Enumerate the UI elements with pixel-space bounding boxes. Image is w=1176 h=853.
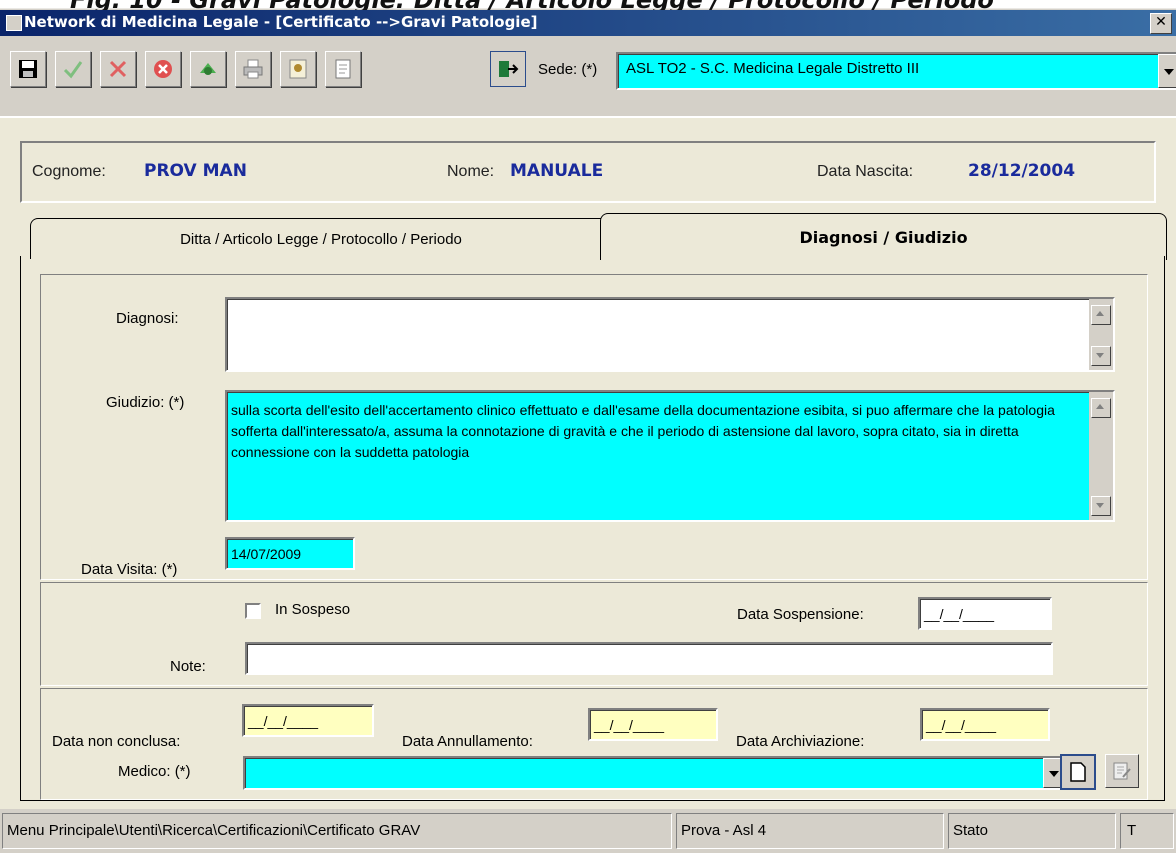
name-value: MANUALE [510, 161, 604, 181]
save-icon [19, 60, 37, 78]
tab-ditta-articolo[interactable]: Ditta / Articolo Legge / Protocollo / Pe… [30, 218, 612, 259]
close-button[interactable]: ✕ [1150, 13, 1172, 34]
note-field[interactable] [245, 642, 1053, 675]
title-bar: Network di Medicina Legale - [Certificat… [0, 10, 1176, 36]
status-extra: T [1120, 813, 1174, 849]
name-label: Nome: [447, 163, 495, 180]
data-visita-value: 14/07/2009 [231, 546, 302, 562]
giudizio-value: sulla scorta dell'esito dell'accertament… [231, 402, 1055, 460]
sede-label: Sede: (*) [538, 61, 598, 78]
medico-select[interactable] [243, 756, 1065, 790]
diagnosi-label: Diagnosi: [116, 310, 179, 327]
data-annullamento-field[interactable]: __/__/____ [588, 708, 718, 741]
stop-button[interactable] [145, 51, 181, 87]
scroll-down-icon[interactable] [1091, 346, 1111, 366]
document-icon [335, 59, 351, 79]
diagnosi-scrollbar[interactable] [1089, 299, 1113, 370]
data-annullamento-label: Data Annullamento: [402, 733, 533, 750]
note-label: Note: [170, 658, 206, 675]
certificate-icon [289, 59, 307, 79]
save-button[interactable] [10, 51, 46, 87]
window-title: Network di Medicina Legale - [Certificat… [24, 13, 538, 31]
data-sospensione-label: Data Sospensione: [737, 606, 864, 623]
tab-diagnosi-giudizio[interactable]: Diagnosi / Giudizio [600, 213, 1167, 260]
giudizio-scrollbar[interactable] [1089, 392, 1113, 520]
data-archiviazione-label: Data Archiviazione: [736, 733, 865, 750]
check-icon [63, 61, 83, 79]
certificate-button[interactable] [280, 51, 316, 87]
data-archiviazione-field[interactable]: __/__/____ [920, 708, 1050, 741]
refresh-icon [200, 63, 216, 75]
cancel-icon [109, 60, 127, 78]
data-non-conclusa-value: __/__/____ [248, 713, 319, 729]
cancel-button[interactable] [100, 51, 136, 87]
print-button[interactable] [235, 51, 271, 87]
scroll-down-icon[interactable] [1091, 496, 1111, 516]
dob-label: Data Nascita: [817, 163, 914, 180]
status-bar: Menu Principale\Utenti\Ricerca\Certifica… [0, 809, 1176, 853]
stop-icon [154, 60, 172, 78]
surname-value: PROV MAN [144, 161, 247, 181]
surname-label: Cognome: [32, 163, 106, 180]
print-icon [243, 59, 263, 79]
status-path: Menu Principale\Utenti\Ricerca\Certifica… [2, 813, 672, 849]
data-sospensione-value: __/__/____ [924, 606, 995, 622]
data-visita-label: Data Visita: (*) [81, 561, 178, 578]
exit-icon [499, 61, 519, 77]
data-non-conclusa-label: Data non conclusa: [52, 733, 181, 750]
app-icon [6, 15, 22, 31]
giudizio-label: Giudizio: (*) [106, 394, 185, 411]
dob-value: 28/12/2004 [968, 161, 1076, 181]
data-archiviazione-value: __/__/____ [926, 717, 997, 733]
sede-select[interactable]: ASL TO2 - S.C. Medicina Legale Distretto… [616, 52, 1176, 90]
scroll-up-icon[interactable] [1091, 305, 1111, 325]
data-sospensione-field[interactable]: __/__/____ [918, 597, 1052, 630]
edit-document-icon [1113, 762, 1131, 780]
data-visita-field[interactable]: 14/07/2009 [225, 537, 355, 570]
new-medico-button[interactable] [1060, 754, 1096, 790]
data-annullamento-value: __/__/____ [594, 717, 665, 733]
exit-button[interactable] [490, 51, 526, 87]
diagnosi-field[interactable] [225, 297, 1115, 372]
in-sospeso-label: In Sospeso [275, 601, 351, 618]
medico-label: Medico: (*) [118, 763, 191, 780]
edit-medico-button[interactable] [1105, 754, 1139, 788]
status-state: Stato [948, 813, 1116, 849]
sede-value: ASL TO2 - S.C. Medicina Legale Distretto… [626, 60, 920, 77]
refresh-button[interactable] [190, 51, 226, 87]
giudizio-field[interactable]: sulla scorta dell'esito dell'accertament… [225, 390, 1115, 522]
data-non-conclusa-field[interactable]: __/__/____ [242, 704, 374, 737]
status-user: Prova - Asl 4 [676, 813, 944, 849]
chevron-down-icon[interactable] [1158, 54, 1176, 88]
scroll-up-icon[interactable] [1091, 398, 1111, 418]
confirm-button[interactable] [55, 51, 91, 87]
new-document-icon [1070, 762, 1086, 782]
patient-header: Cognome: PROV MAN Nome: MANUALE Data Nas… [20, 141, 1156, 203]
in-sospeso-checkbox[interactable] [245, 603, 261, 619]
toolbar: Sede: (*) ASL TO2 - S.C. Medicina Legale… [0, 36, 1176, 118]
document-button[interactable] [325, 51, 361, 87]
